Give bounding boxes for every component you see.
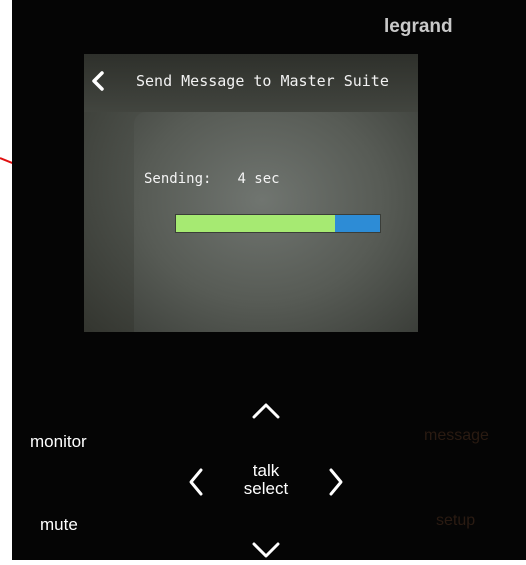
screen-header: Send Message to Master Suite xyxy=(84,54,418,112)
chevron-down-icon xyxy=(252,542,280,558)
talk-select-button[interactable]: talk select xyxy=(226,462,306,498)
down-button[interactable] xyxy=(248,538,284,560)
chevron-right-icon xyxy=(329,468,343,496)
chevron-up-icon xyxy=(252,403,280,419)
sending-label: Sending: xyxy=(144,171,212,187)
back-button[interactable] xyxy=(86,66,110,96)
sending-status: Sending: 4 sec xyxy=(144,171,280,187)
screen-title: Send Message to Master Suite xyxy=(136,72,389,90)
monitor-button[interactable]: monitor xyxy=(30,432,87,452)
send-progress-bar xyxy=(176,215,380,232)
sending-time: 4 sec xyxy=(237,171,280,187)
setup-button[interactable]: setup xyxy=(436,512,475,530)
message-button[interactable]: message xyxy=(424,427,489,445)
select-label: select xyxy=(243,479,289,498)
right-button[interactable] xyxy=(326,466,346,498)
talk-label: talk xyxy=(252,461,280,480)
left-button[interactable] xyxy=(186,466,206,498)
display-screen: Send Message to Master Suite xyxy=(84,54,418,332)
brand-logo: legrand xyxy=(384,16,453,37)
mute-button[interactable]: mute xyxy=(40,515,78,535)
progress-fill xyxy=(176,215,336,232)
chevron-left-icon xyxy=(189,468,203,496)
up-button[interactable] xyxy=(248,400,284,422)
chevron-left-icon xyxy=(92,71,104,91)
